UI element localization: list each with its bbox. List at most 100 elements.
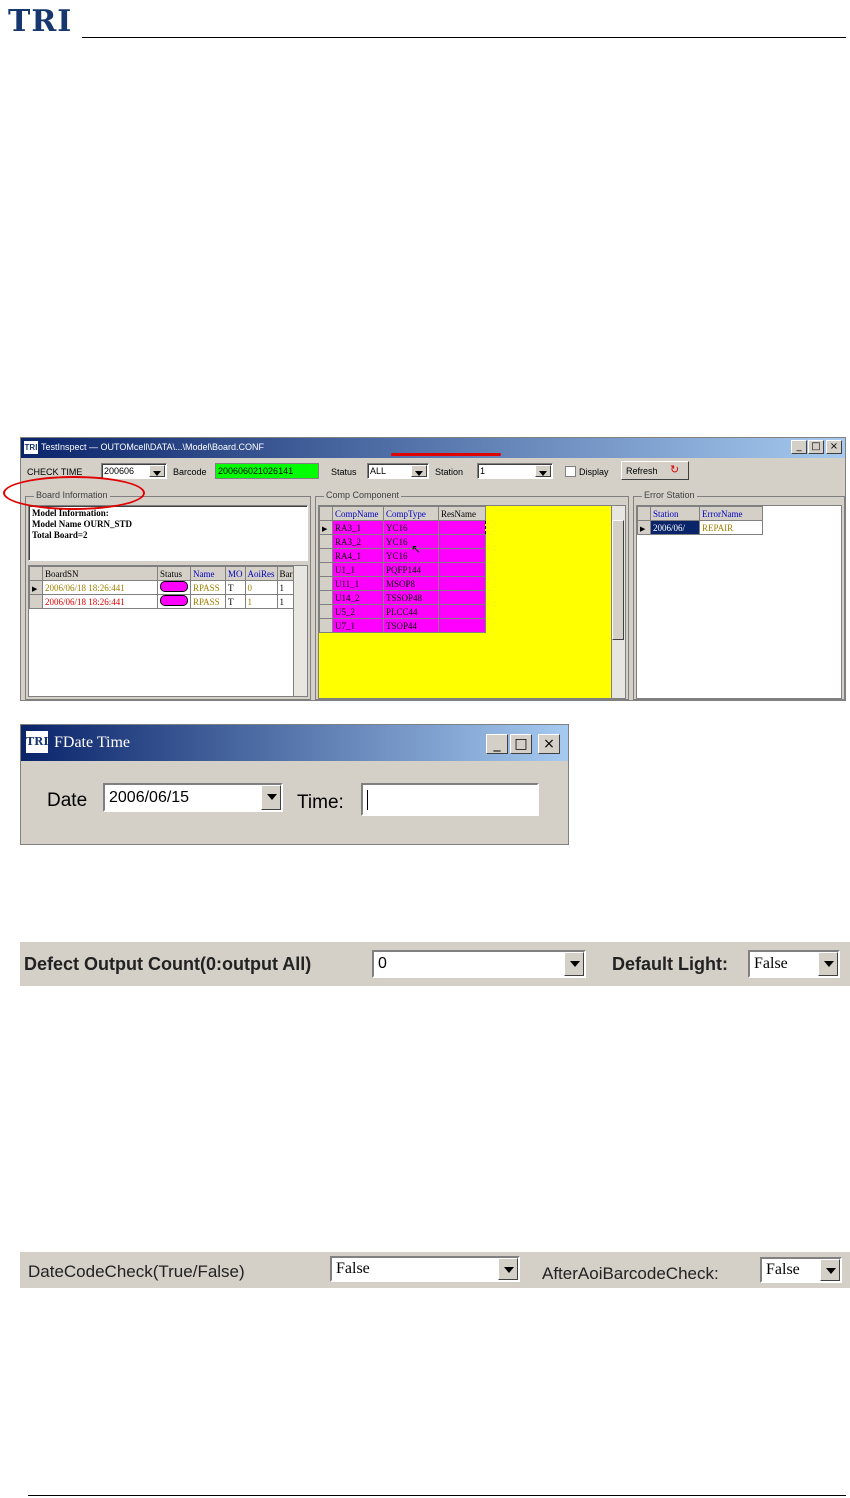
station-label: Station (435, 467, 464, 477)
datecode-check-dropdown[interactable] (498, 1258, 518, 1280)
after-aoi-dropdown[interactable] (820, 1259, 840, 1281)
check-time-combo[interactable]: 200606 (101, 463, 167, 479)
check-time-dropdown[interactable] (149, 465, 165, 477)
date-dropdown[interactable] (261, 785, 281, 810)
status-dropdown[interactable] (411, 465, 427, 477)
row-selector (319, 604, 333, 619)
table-row[interactable]: 2006/06/18 18:26:441 RPASS T 1 1 (29, 594, 297, 609)
station-cell: 2006/06/ (650, 520, 700, 535)
board-info-group: Board Information Model Information: Mod… (25, 490, 311, 700)
table-row[interactable]: RA4_1 YC16 (319, 548, 486, 563)
model-info-box: Model Information: Model Name OURN_STD T… (28, 505, 308, 561)
res-name (438, 618, 486, 633)
date-value: 2006/06/15 (109, 789, 190, 806)
table-row[interactable]: U7_1 TSOP44 (319, 618, 486, 633)
col-header[interactable]: Status (157, 566, 191, 581)
table-row[interactable]: 2006/06/ REPAIR (637, 520, 763, 535)
res-name (438, 520, 486, 535)
status-combo[interactable]: ALL (367, 463, 429, 479)
comp-type: TSSOP48 (383, 590, 439, 605)
defect-count-combo[interactable]: 0 (372, 950, 586, 978)
comp-type: PQFP144 (383, 562, 439, 577)
col-header[interactable]: BoardSN (42, 566, 158, 581)
table-row[interactable]: 2006/06/18 18:26:441 RPASS T 0 1 (29, 580, 297, 595)
defect-output-bar: Defect Output Count(0:output All) 0 Defa… (20, 942, 850, 986)
col-header[interactable]: MO (225, 566, 246, 581)
board-grid-scrollbar[interactable] (293, 566, 307, 696)
col-header[interactable]: ErrorName (699, 506, 763, 521)
maximize-button[interactable]: □ (808, 440, 824, 454)
time-label: Time: (297, 792, 344, 813)
table-row[interactable]: RA3_2 YC16 (319, 534, 486, 549)
row-selector (29, 566, 43, 581)
display-checkbox[interactable] (565, 466, 576, 477)
col-header[interactable]: ResName (438, 506, 486, 521)
component-grid-scrollbar[interactable] (611, 506, 625, 698)
station-combo[interactable]: 1 (477, 463, 553, 479)
table-row[interactable]: U5_2 PLCC44 (319, 604, 486, 619)
comp-name: U14_2 (332, 590, 384, 605)
res-name (438, 590, 486, 605)
footer-rule (28, 1495, 846, 1496)
station-dropdown[interactable] (535, 465, 551, 477)
comp-type: MSOP8 (383, 576, 439, 591)
error-station-group: Error Station Station ErrorName 2006/06/… (633, 490, 845, 700)
barcode-label: Barcode (173, 467, 207, 477)
fdate-window: TRI FDate Time _ □ × Date 2006/06/15 Tim… (20, 724, 569, 845)
table-row[interactable]: U11_1 MSOP8 (319, 576, 486, 591)
app-icon: TRI (26, 731, 48, 753)
comp-name: U7_1 (332, 618, 384, 633)
status-cell (157, 594, 191, 609)
board-sn: 2006/06/18 18:26:441 (42, 594, 158, 609)
datecode-check-bar: DateCodeCheck(True/False) False AfterAoi… (20, 1252, 850, 1288)
minimize-button[interactable]: _ (486, 734, 508, 754)
row-selector (319, 548, 333, 563)
row-selector (319, 562, 333, 577)
after-aoi-label: AfterAoiBarcodeCheck: (542, 1264, 719, 1283)
default-light-combo[interactable]: False (748, 950, 840, 978)
defect-count-label: Defect Output Count(0:output All) (24, 954, 312, 974)
display-label: Display (579, 467, 609, 477)
maximize-button[interactable]: □ (510, 734, 532, 754)
table-row[interactable]: U1_1 PQFP144 (319, 562, 486, 577)
col-header[interactable]: AoiRes (244, 566, 278, 581)
col-header[interactable]: CompType (383, 506, 439, 521)
datecode-check-value: False (336, 1260, 370, 1277)
component-grid[interactable]: CompName CompType ResName RA3_1 YC16 RA3… (318, 505, 626, 699)
board-grid[interactable]: BoardSN Status Name MO AoiRes Bar 2006/0… (28, 565, 308, 697)
after-aoi-value: False (766, 1261, 800, 1278)
refresh-button[interactable]: Refresh ↻ (621, 461, 689, 480)
window-title: TestInspect — OUTOMcell\DATA\...\Model\B… (41, 442, 265, 452)
comp-type: PLCC44 (383, 604, 439, 619)
error-grid[interactable]: Station ErrorName 2006/06/ REPAIR (636, 505, 842, 699)
minimize-button[interactable]: _ (791, 440, 807, 454)
defect-count-dropdown[interactable] (564, 952, 584, 976)
table-row[interactable]: U14_2 TSSOP48 (319, 590, 486, 605)
default-light-dropdown[interactable] (818, 952, 838, 976)
close-button[interactable]: × (826, 440, 842, 454)
scroll-thumb[interactable] (612, 520, 624, 640)
error-table: Station ErrorName 2006/06/ REPAIR (637, 506, 763, 535)
col-header[interactable]: CompName (332, 506, 384, 521)
component-group: Comp Component CompName CompType ResName… (315, 490, 629, 700)
status-cell (157, 580, 191, 595)
status-badge (160, 595, 188, 606)
row-selector (637, 520, 651, 535)
after-aoi-combo[interactable]: False (760, 1257, 842, 1283)
col-header[interactable]: Name (190, 566, 226, 581)
table-row[interactable]: RA3_1 YC16 (319, 520, 486, 535)
comp-name: U11_1 (332, 576, 384, 591)
barcode-field[interactable]: 200606021026141 (215, 463, 319, 479)
col-header[interactable]: Station (650, 506, 700, 521)
name-cell: RPASS (190, 580, 226, 595)
date-combo[interactable]: 2006/06/15 (103, 783, 283, 812)
company-logo: TRI (8, 4, 73, 39)
default-light-label: Default Light: (612, 954, 728, 974)
close-button[interactable]: × (538, 734, 560, 754)
row-selector (319, 618, 333, 633)
error-station-caption: Error Station (642, 490, 697, 500)
header-rule (82, 37, 846, 38)
datecode-check-combo[interactable]: False (330, 1256, 520, 1282)
annotation-circle (3, 476, 145, 510)
time-input[interactable] (361, 783, 539, 816)
